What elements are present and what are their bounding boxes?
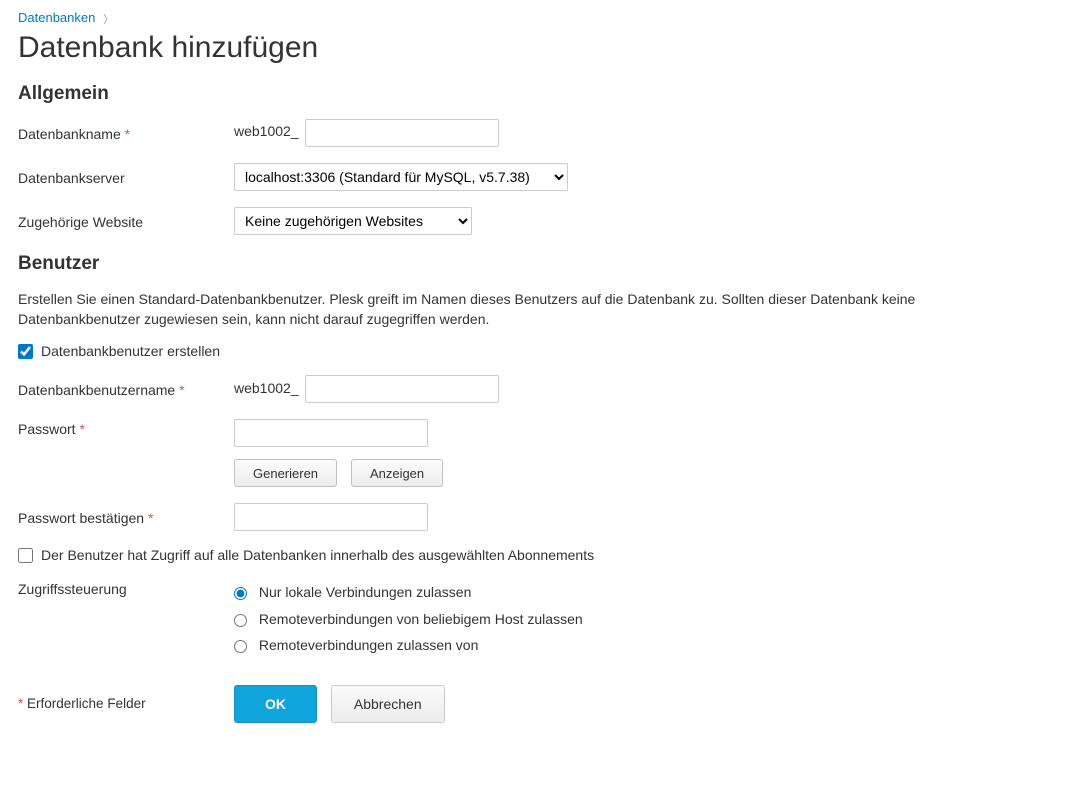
show-password-button[interactable]: Anzeigen bbox=[351, 459, 443, 487]
access-all-checkbox[interactable] bbox=[18, 548, 33, 563]
label-dbname: Datenbankname * bbox=[18, 124, 234, 142]
section-heading-general: Allgemein bbox=[18, 83, 1070, 105]
password-confirm-input[interactable] bbox=[234, 503, 428, 531]
cancel-button[interactable]: Abbrechen bbox=[331, 685, 445, 723]
chevron-right-icon: 〉 bbox=[103, 14, 114, 26]
breadcrumb-link-databases[interactable]: Datenbanken bbox=[18, 10, 95, 25]
username-input[interactable] bbox=[305, 375, 499, 403]
password-input[interactable] bbox=[234, 419, 428, 447]
label-access-control: Zugriffssteuerung bbox=[18, 579, 234, 597]
radio-any-host-label: Remoteverbindungen von beliebigem Host z… bbox=[259, 611, 583, 627]
label-username: Datenbankbenutzername * bbox=[18, 380, 234, 398]
page-title: Datenbank hinzufügen bbox=[18, 31, 1070, 65]
dbserver-select[interactable]: localhost:3306 (Standard für MySQL, v5.7… bbox=[234, 163, 568, 191]
breadcrumb: Datenbanken 〉 bbox=[18, 10, 1070, 27]
radio-from-host-label: Remoteverbindungen zulassen von bbox=[259, 637, 478, 653]
required-fields-note: * Erforderliche Felder bbox=[18, 696, 234, 711]
create-user-label: Datenbankbenutzer erstellen bbox=[41, 343, 220, 359]
dbname-prefix: web1002_ bbox=[234, 123, 299, 139]
label-password: Passwort * bbox=[18, 419, 234, 437]
label-password-confirm: Passwort bestätigen * bbox=[18, 508, 234, 526]
website-select[interactable]: Keine zugehörigen Websites bbox=[234, 207, 472, 235]
label-website: Zugehörige Website bbox=[18, 212, 234, 230]
access-all-label: Der Benutzer hat Zugriff auf alle Datenb… bbox=[41, 547, 594, 563]
ok-button[interactable]: OK bbox=[234, 685, 317, 723]
radio-local-only-label: Nur lokale Verbindungen zulassen bbox=[259, 584, 471, 600]
dbname-input[interactable] bbox=[305, 119, 499, 147]
radio-from-host[interactable] bbox=[234, 640, 247, 653]
radio-any-host[interactable] bbox=[234, 614, 247, 627]
radio-local-only[interactable] bbox=[234, 587, 247, 600]
create-user-checkbox[interactable] bbox=[18, 344, 33, 359]
username-prefix: web1002_ bbox=[234, 380, 299, 396]
generate-password-button[interactable]: Generieren bbox=[234, 459, 337, 487]
users-description: Erstellen Sie einen Standard-Datenbankbe… bbox=[18, 289, 978, 330]
access-control-radio-group: Nur lokale Verbindungen zulassen Remotev… bbox=[234, 579, 1070, 659]
label-dbserver: Datenbankserver bbox=[18, 168, 234, 186]
section-heading-users: Benutzer bbox=[18, 253, 1070, 275]
